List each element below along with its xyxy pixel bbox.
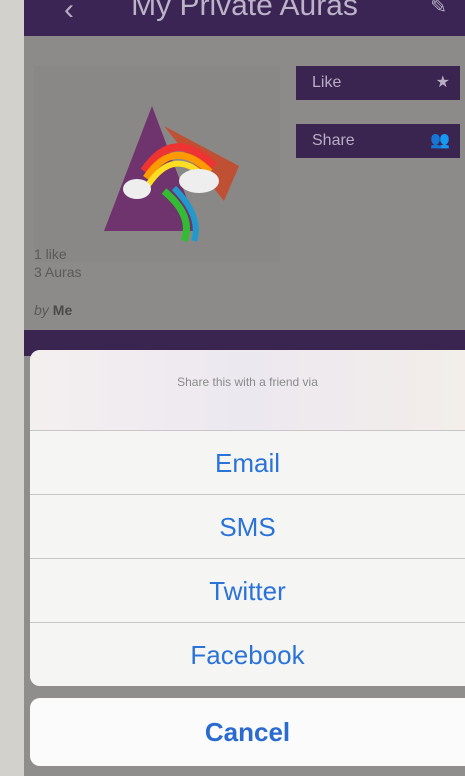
aura-logo-image: [104, 106, 239, 243]
share-facebook-button[interactable]: Facebook: [30, 622, 465, 686]
people-icon: 👥: [430, 132, 450, 149]
share-button-label: Share: [312, 132, 355, 149]
share-twitter-button[interactable]: Twitter: [30, 558, 465, 622]
author-prefix: by: [34, 302, 49, 318]
aura-thumbnail[interactable]: [34, 66, 280, 262]
likes-count: 1 like: [34, 246, 67, 262]
like-button[interactable]: Like ★: [296, 66, 460, 100]
author-name: Me: [52, 302, 73, 318]
cancel-button[interactable]: Cancel: [30, 698, 465, 766]
share-sheet-title: Share this with a friend via: [30, 350, 465, 430]
aura-details: Like ★ Share 👥 1 like 3 Auras by Me: [24, 36, 465, 336]
share-action-sheet: Share this with a friend via Email SMS T…: [30, 350, 465, 686]
edit-icon[interactable]: ✎: [430, 0, 447, 19]
auras-count: 3 Auras: [34, 264, 82, 280]
share-sms-button[interactable]: SMS: [30, 494, 465, 558]
navigation-bar: ‹ My Private Auras ✎: [24, 0, 465, 36]
phone-screen: ‹ My Private Auras ✎ Like ★ Share 👥 1 li…: [24, 0, 465, 776]
star-icon: ★: [435, 74, 450, 91]
like-button-label: Like: [312, 74, 342, 91]
share-button[interactable]: Share 👥: [296, 124, 460, 158]
page-title: My Private Auras: [131, 0, 358, 22]
background-strip: [0, 0, 24, 776]
share-email-button[interactable]: Email: [30, 430, 465, 494]
author-line: by Me: [34, 302, 72, 318]
